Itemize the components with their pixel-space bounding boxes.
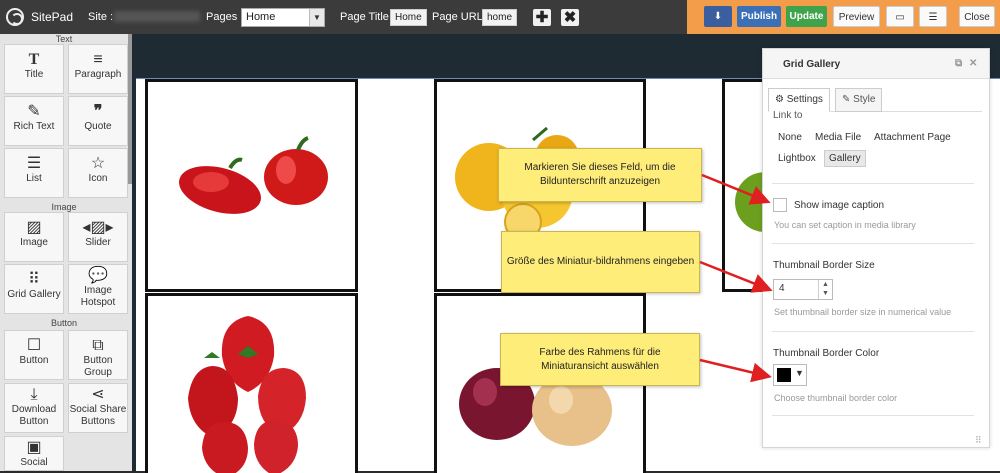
arrow-to-border-size <box>699 260 773 293</box>
annotation-arrows <box>699 173 773 383</box>
arrow-to-caption <box>701 173 771 205</box>
arrow-to-border-color <box>699 358 772 383</box>
